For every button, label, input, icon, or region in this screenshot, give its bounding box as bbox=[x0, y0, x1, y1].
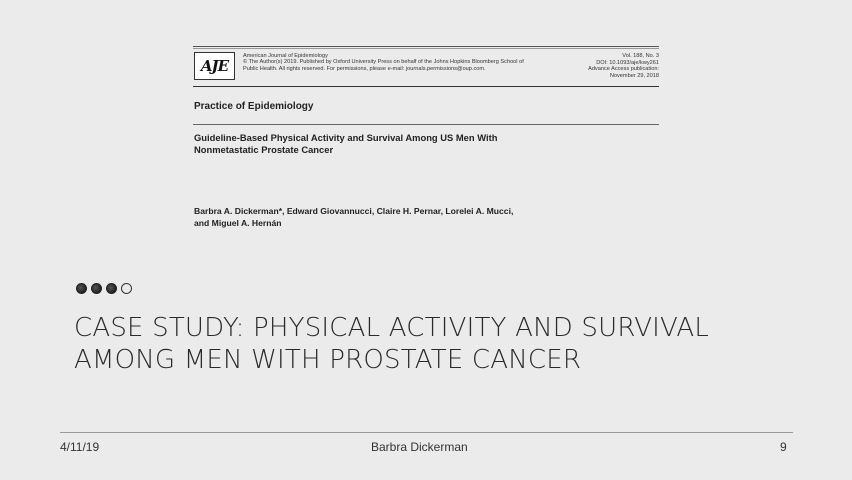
volume-info: Vol. 188, No. 3 DOI: 10.1093/aje/kwy261 … bbox=[588, 53, 659, 79]
dot-icon bbox=[76, 283, 87, 294]
access-line: Advance Access publication: bbox=[588, 66, 659, 73]
authors-line: Barbra A. Dickerman*, Edward Giovannucci… bbox=[194, 206, 514, 216]
footer-author: Barbra Dickerman bbox=[371, 440, 468, 454]
footer-date: 4/11/19 bbox=[60, 440, 100, 454]
journal-info: American Journal of Epidemiology © The A… bbox=[243, 53, 543, 72]
page-number: 9 bbox=[780, 440, 787, 454]
copyright-line: © The Author(s) 2019. Published by Oxfor… bbox=[243, 59, 524, 66]
dot-icon bbox=[91, 283, 102, 294]
paper-title: Guideline-Based Physical Activity and Su… bbox=[194, 132, 634, 156]
header-rule bbox=[193, 86, 659, 87]
volume-line: Vol. 188, No. 3 bbox=[622, 53, 659, 59]
journal-logo: AJE bbox=[194, 52, 235, 80]
paper-authors: Barbra A. Dickerman*, Edward Giovannucci… bbox=[194, 205, 634, 229]
top-rule-thin bbox=[193, 48, 659, 49]
slide: AJE American Journal of Epidemiology © T… bbox=[0, 0, 852, 480]
paper-title-line: Guideline-Based Physical Activity and Su… bbox=[194, 132, 498, 143]
doi-line: DOI: 10.1093/aje/kwy261 bbox=[596, 59, 659, 66]
slide-title: CASE STUDY: PHYSICAL ACTIVITY AND SURVIV… bbox=[74, 312, 814, 376]
dot-icon bbox=[106, 283, 117, 294]
publication-date: November 29, 2018 bbox=[609, 72, 659, 79]
rights-line: Public Health. All rights reserved. For … bbox=[243, 65, 486, 72]
paper-header-image: AJE American Journal of Epidemiology © T… bbox=[193, 44, 659, 234]
footer-rule bbox=[60, 432, 793, 433]
dot-outline-icon bbox=[121, 283, 132, 294]
slide-title-line: CASE STUDY: PHYSICAL ACTIVITY AND SURVIV… bbox=[74, 313, 710, 343]
section-rule bbox=[193, 124, 659, 125]
authors-line: and Miguel A. Hernán bbox=[194, 218, 282, 228]
top-rule bbox=[193, 46, 659, 47]
paper-section: Practice of Epidemiology bbox=[194, 101, 314, 112]
paper-title-line: Nonmetastatic Prostate Cancer bbox=[194, 144, 334, 155]
slide-title-line: AMONG MEN WITH PROSTATE CANCER bbox=[74, 345, 582, 375]
decorative-dots bbox=[76, 283, 132, 294]
